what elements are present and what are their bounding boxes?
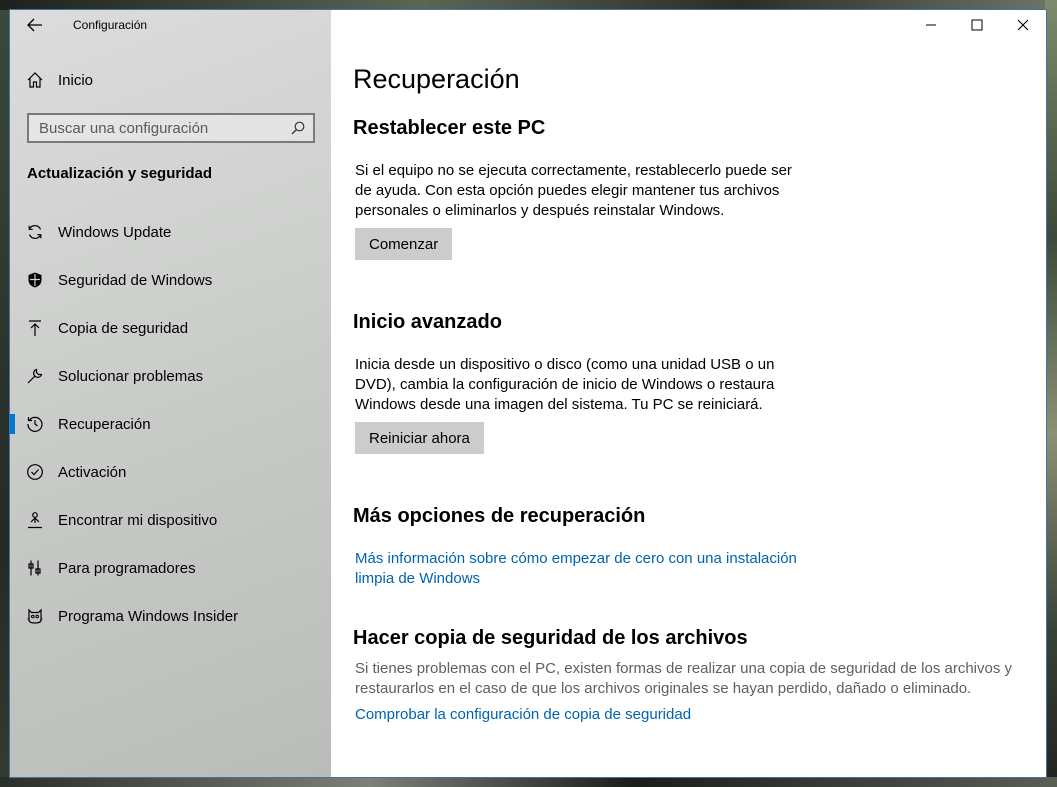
more-options-heading: Más opciones de recuperación xyxy=(353,505,646,527)
sidebar-item-activation[interactable]: Activación xyxy=(10,448,331,496)
close-button[interactable] xyxy=(1000,10,1046,40)
search-input[interactable] xyxy=(39,119,279,137)
maximize-button[interactable] xyxy=(954,10,1000,40)
sync-icon xyxy=(26,223,44,241)
start-reset-button[interactable]: Comenzar xyxy=(355,228,453,260)
sidebar-item-label: Activación xyxy=(58,463,127,481)
check-backup-settings-link[interactable]: Comprobar la configuración de copia de s… xyxy=(355,705,691,725)
history-icon xyxy=(26,415,44,433)
search-icon[interactable] xyxy=(291,121,305,135)
sidebar-item-label: Windows Update xyxy=(58,223,172,241)
advanced-startup-heading: Inicio avanzado xyxy=(353,311,502,333)
sidebar-item-backup[interactable]: Copia de seguridad xyxy=(10,304,331,352)
desktop-background-top xyxy=(0,0,1057,10)
sidebar-item-label: Inicio xyxy=(58,71,94,89)
backup-heading: Hacer copia de seguridad de los archivos xyxy=(353,627,748,649)
settings-window: Configuración Inicio Actualización y seg… xyxy=(10,10,1046,777)
advanced-startup-description: Inicia desde un dispositivo o disco (com… xyxy=(355,356,775,413)
sidebar-item-find-my-device[interactable]: Encontrar mi dispositivo xyxy=(10,496,331,544)
window-controls xyxy=(908,10,1046,40)
restart-now-button[interactable]: Reiniciar ahora xyxy=(355,422,484,454)
maximize-icon xyxy=(971,19,983,31)
sidebar: Configuración Inicio Actualización y seg… xyxy=(10,10,331,777)
sidebar-item-windows-insider[interactable]: Programa Windows Insider xyxy=(10,592,331,640)
sidebar-item-label: Para programadores xyxy=(58,559,196,577)
sidebar-item-windows-update[interactable]: Windows Update xyxy=(10,208,331,256)
back-arrow-icon xyxy=(27,18,43,32)
search-box[interactable] xyxy=(27,113,315,143)
upload-arrow-icon xyxy=(26,319,44,337)
insider-cat-icon xyxy=(26,607,44,625)
wrench-icon xyxy=(26,367,44,385)
reset-description: Si el equipo no se ejecuta correctamente… xyxy=(355,162,792,219)
close-icon xyxy=(1017,19,1029,31)
sidebar-item-label: Solucionar problemas xyxy=(58,367,204,385)
check-circle-icon xyxy=(26,463,44,481)
sidebar-item-troubleshoot[interactable]: Solucionar problemas xyxy=(10,352,331,400)
sidebar-item-label: Encontrar mi dispositivo xyxy=(58,511,218,529)
sidebar-item-label: Seguridad de Windows xyxy=(58,271,213,289)
sidebar-item-label: Recuperación xyxy=(58,415,151,433)
sidebar-nav: Windows Update Seguridad de Windows Copi… xyxy=(10,208,331,640)
backup-description: Si tienes problemas con el PC, existen f… xyxy=(355,660,1013,697)
titlebar-left: Configuración xyxy=(10,10,331,40)
sidebar-item-home[interactable]: Inicio xyxy=(26,68,93,92)
minimize-button[interactable] xyxy=(908,10,954,40)
shield-icon xyxy=(26,271,44,289)
person-location-icon xyxy=(26,511,44,529)
sidebar-item-developers[interactable]: Para programadores xyxy=(10,544,331,592)
desktop-background-bottom xyxy=(0,777,1057,787)
main-content: Recuperación Restablecer este PC Si el e… xyxy=(331,10,1046,777)
section-title: Actualización y seguridad xyxy=(27,165,213,182)
sidebar-item-recovery[interactable]: Recuperación xyxy=(10,400,331,448)
minimize-icon xyxy=(925,19,937,31)
clean-install-link[interactable]: Más información sobre cómo empezar de ce… xyxy=(355,549,805,589)
app-title: Configuración xyxy=(73,18,148,32)
reset-heading: Restablecer este PC xyxy=(353,117,546,139)
developer-tools-icon xyxy=(26,559,44,577)
sidebar-item-label: Programa Windows Insider xyxy=(58,607,239,625)
back-button[interactable] xyxy=(20,13,50,37)
sidebar-item-windows-security[interactable]: Seguridad de Windows xyxy=(10,256,331,304)
sidebar-item-label: Copia de seguridad xyxy=(58,319,189,337)
home-icon xyxy=(26,71,44,89)
page-title: Recuperación xyxy=(353,64,520,94)
desktop-background-right xyxy=(1045,0,1057,787)
